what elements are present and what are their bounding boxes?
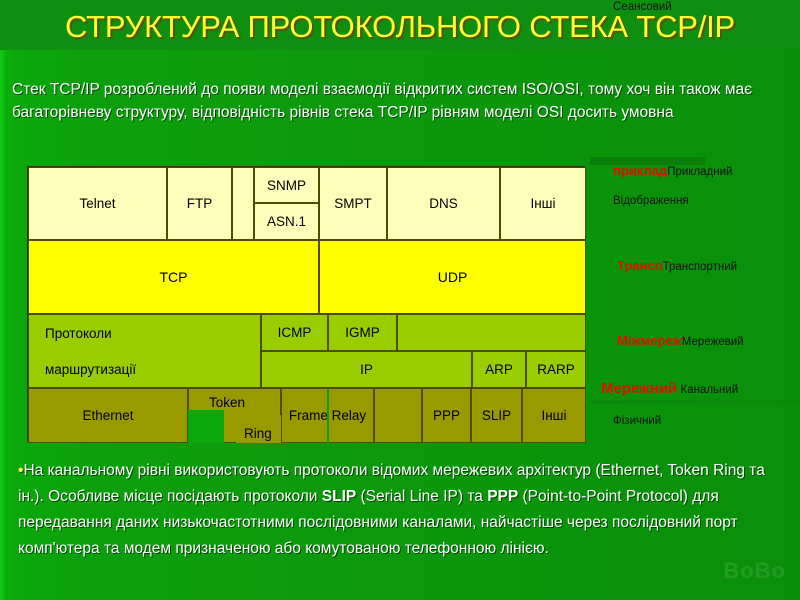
cell-arp: ARP bbox=[472, 351, 526, 388]
cell-rarp: RARP bbox=[526, 351, 586, 388]
cell-icmp: ICMP bbox=[261, 314, 328, 351]
osi-label-transport: ТранспТранспортний bbox=[617, 259, 737, 274]
osi-highlight-datalink: Мережний bbox=[601, 380, 678, 397]
cell-smpt: SMPT bbox=[319, 167, 387, 240]
cell-igmp: IGMP bbox=[328, 314, 397, 351]
osi-column-divider-band bbox=[590, 400, 800, 404]
cell-snmp: SNMP bbox=[254, 167, 319, 203]
cell-inet-blank-upper bbox=[397, 314, 586, 351]
bottom-paragraph: •На канальному рівні використовують прот… bbox=[18, 458, 786, 562]
token-ring-green-patch bbox=[188, 410, 224, 443]
cell-routing-protocols: Протоколи маршрутизації bbox=[28, 314, 261, 388]
cell-ip: IP bbox=[261, 351, 472, 388]
cell-snmp-gap bbox=[232, 167, 254, 240]
osi-name-presentation: Відображення bbox=[613, 195, 689, 207]
cell-ethernet: Ethernet bbox=[28, 388, 188, 443]
osi-name-network: Мережевий bbox=[681, 336, 744, 348]
osi-name-transport: Транспортний bbox=[662, 261, 738, 273]
cell-slip: SLIP bbox=[471, 388, 522, 443]
frame-relay-divider bbox=[327, 389, 329, 443]
routing-protocols-line2: маршрутизації bbox=[45, 361, 137, 377]
cell-dns: DNS bbox=[387, 167, 500, 240]
osi-name-session: Сеансовий bbox=[613, 1, 672, 13]
cell-netacc-blank bbox=[374, 388, 422, 443]
osi-label-datalink: Мережний Канальний bbox=[601, 380, 739, 397]
cell-udp: UDP bbox=[319, 240, 586, 314]
osi-highlight-network: Міжмереж bbox=[617, 333, 682, 348]
cell-asn1: ASN.1 bbox=[254, 203, 319, 240]
osi-label-session: Сеансовий bbox=[613, 0, 672, 14]
tcpip-stack-diagram: Telnet FTP SNMP ASN.1 SMPT DNS Інші TCP … bbox=[27, 166, 586, 443]
page-title: СТРУКТУРА ПРОТОКОЛЬНОГО СТЕКА TCP/IP bbox=[64, 9, 736, 44]
osi-label-network: МіжмережМережевий bbox=[617, 334, 744, 349]
osi-name-physical: Фізичний bbox=[613, 415, 662, 427]
bottom-text-bold-ppp: PPP bbox=[487, 488, 519, 505]
osi-highlight-transport: Трансп bbox=[617, 258, 663, 273]
osi-name-datalink: Канальний bbox=[677, 384, 739, 396]
osi-label-presentation: Відображення bbox=[613, 194, 689, 208]
watermark: BoBo bbox=[723, 558, 786, 583]
osi-label-application: прикладПрикладний bbox=[613, 164, 732, 179]
left-accent-stripe bbox=[0, 0, 7, 600]
cell-tcp: TCP bbox=[28, 240, 319, 314]
osi-label-physical: Фізичний bbox=[613, 414, 661, 428]
cell-ppp: PPP bbox=[422, 388, 471, 443]
cell-ring: Ring bbox=[236, 415, 281, 443]
cell-netacc-others: Інші bbox=[522, 388, 586, 443]
osi-name-application: Прикладний bbox=[667, 166, 733, 178]
bottom-text-bold-slip: SLIP bbox=[321, 488, 357, 505]
cell-app-others: Інші bbox=[500, 167, 586, 240]
osi-highlight-application: приклад bbox=[613, 163, 668, 178]
bottom-text-part2: (Serial Line IP) та bbox=[356, 488, 488, 505]
intro-paragraph: Стек TCP/IP розроблений до появи моделі … bbox=[12, 81, 753, 121]
cell-ftp: FTP bbox=[167, 167, 232, 240]
routing-protocols-line1: Протоколи bbox=[45, 325, 112, 341]
cell-telnet: Telnet bbox=[28, 167, 167, 240]
